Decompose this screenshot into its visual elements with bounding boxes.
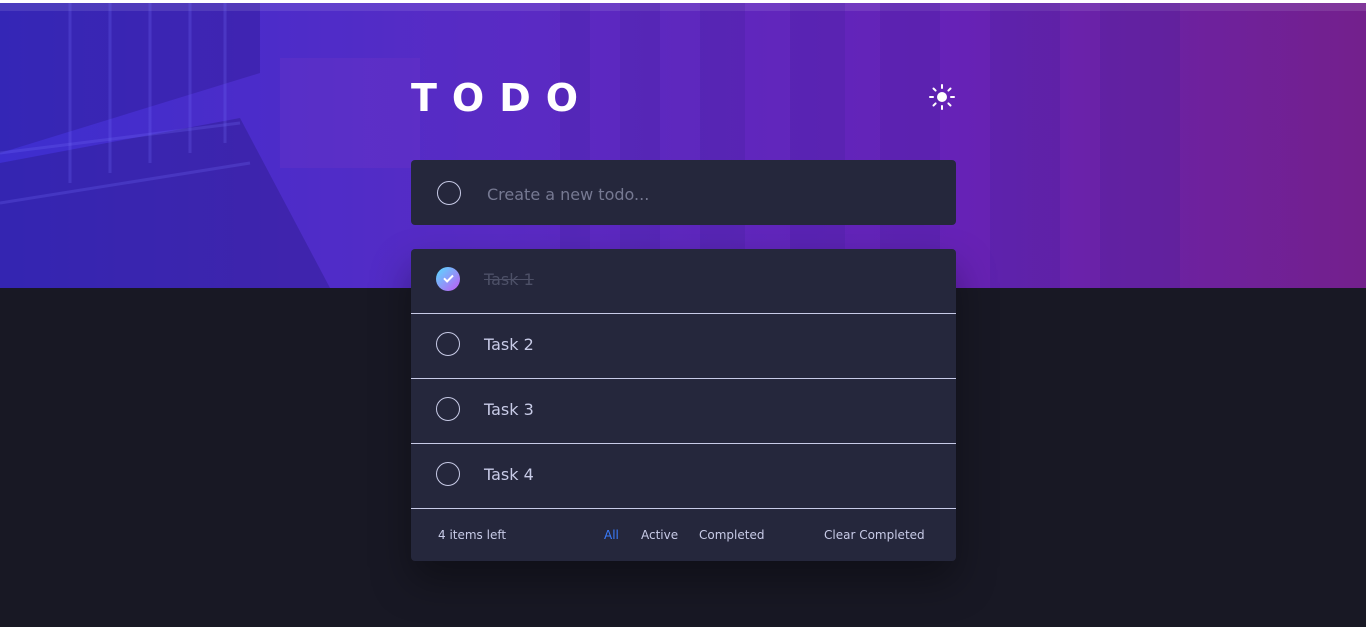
top-border (0, 0, 1366, 3)
todo-item[interactable]: Task 4 (411, 444, 956, 509)
new-todo-checkbox[interactable] (437, 181, 461, 205)
todo-checkbox[interactable] (436, 462, 460, 486)
todo-item[interactable]: Task 1 (411, 249, 956, 314)
todo-checkbox-checked[interactable] (436, 267, 460, 291)
todo-list: Task 1 Task 2 Task 3 Task 4 4 items left… (411, 249, 956, 561)
clear-completed-button[interactable]: Clear Completed (824, 527, 925, 543)
todo-label: Task 1 (484, 270, 534, 289)
todo-label: Task 3 (484, 400, 534, 419)
todo-footer: 4 items left All Active Completed Clear … (411, 509, 956, 561)
todo-item[interactable]: Task 3 (411, 379, 956, 444)
sun-icon (929, 84, 955, 110)
todo-app: TODO Task 1 (0, 0, 1366, 627)
filter-all[interactable]: All (604, 527, 619, 543)
todo-checkbox[interactable] (436, 397, 460, 421)
filter-active[interactable]: Active (641, 527, 678, 543)
todo-item[interactable]: Task 2 (411, 314, 956, 379)
new-todo-input[interactable] (485, 178, 929, 210)
app-title: TODO (411, 76, 594, 120)
hero-background (0, 3, 1366, 288)
items-left-count: 4 items left (438, 528, 507, 542)
new-todo-card (411, 160, 956, 225)
todo-label: Task 4 (484, 465, 534, 484)
check-icon (443, 274, 454, 283)
hero-photo-overlay (0, 3, 1366, 288)
filter-completed[interactable]: Completed (699, 527, 764, 543)
todo-label: Task 2 (484, 335, 534, 354)
todo-checkbox[interactable] (436, 332, 460, 356)
theme-toggle-button[interactable] (928, 83, 956, 111)
